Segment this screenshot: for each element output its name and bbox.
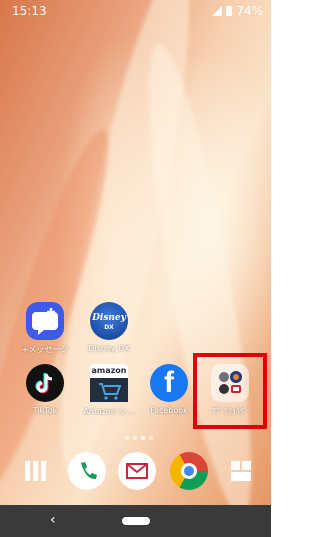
app-drawer-icon[interactable] — [16, 452, 54, 490]
disney-icon: Disney DX — [90, 302, 128, 340]
cart-icon — [90, 378, 128, 402]
app-label: TikTok — [32, 406, 58, 415]
app-amazon[interactable]: amazon Amazon シ… — [80, 364, 138, 417]
status-icons: 74% — [212, 4, 263, 18]
app-disney-dx[interactable]: Disney DX Disney DX — [80, 302, 138, 353]
app-label: +メッセージ — [21, 345, 69, 354]
app-label: Disney DX — [88, 344, 130, 353]
app-plus-message[interactable]: +メッセージ — [16, 302, 74, 355]
navigation-bar: ‹ — [0, 505, 271, 537]
mail-icon[interactable] — [118, 452, 156, 490]
home-button[interactable] — [122, 517, 150, 525]
battery-icon — [226, 6, 233, 16]
amazon-wordmark: amazon — [91, 366, 127, 375]
back-button[interactable]: ‹ — [50, 512, 56, 528]
page-dot — [125, 436, 129, 440]
wallpaper-stripe — [128, 38, 271, 522]
page-indicator — [125, 436, 153, 440]
app-label: Facebook — [150, 406, 188, 415]
highlight-box — [193, 353, 267, 429]
chrome-center — [181, 463, 197, 479]
facebook-letter: f — [164, 366, 174, 399]
amazon-icon: amazon — [90, 364, 128, 402]
disney-logo-text: Disney — [92, 313, 126, 323]
phone-icon[interactable] — [68, 452, 106, 490]
chrome-icon[interactable] — [170, 452, 208, 490]
page-dot-active — [141, 436, 145, 440]
app-label: Amazon シ… — [83, 407, 135, 416]
home-screen: 15:13 74% +メッセージ Disney DX Disney DX Tik… — [0, 0, 271, 537]
message-plus-icon — [26, 302, 64, 340]
app-tiktok[interactable]: TikTok — [16, 364, 74, 415]
page-dot — [133, 436, 137, 440]
widgets-icon[interactable] — [222, 452, 260, 490]
app-facebook[interactable]: f Facebook — [140, 364, 198, 415]
battery-percent: 74% — [236, 4, 263, 18]
status-bar: 15:13 74% — [0, 0, 271, 22]
tiktok-icon — [26, 364, 64, 402]
status-time: 15:13 — [12, 4, 47, 18]
signal-icon — [212, 6, 223, 16]
page-dot — [149, 436, 153, 440]
disney-logo-sub: DX — [104, 324, 114, 331]
facebook-icon: f — [150, 364, 188, 402]
